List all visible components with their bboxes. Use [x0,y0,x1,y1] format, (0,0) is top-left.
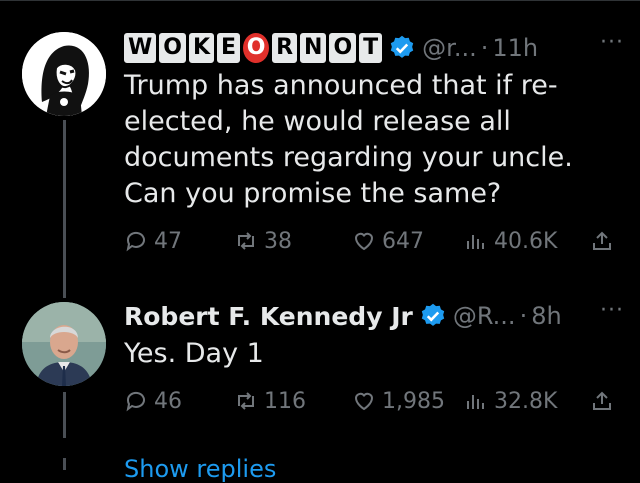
logo-letter: E [217,33,241,63]
logo-letter: N [300,33,327,63]
tweet-actions: 47 38 647 40.6K [124,226,624,258]
retweet-icon [238,232,254,250]
views-button[interactable]: 40.6K [464,229,557,254]
retweet-count: 116 [264,388,306,414]
heart-icon [354,392,374,411]
reply-icon [126,391,145,412]
logo-letter: W [124,33,157,63]
logo-letter: R [272,33,298,63]
reply-icon [126,231,145,252]
view-count: 32.8K [494,388,558,414]
logo-letter: T [359,33,383,63]
separator-dot: · [519,302,528,330]
tweet[interactable]: W O K E O R N O T @r... · 11h ··· Trump … [124,28,624,212]
reply-count: 47 [154,228,182,254]
verified-badge-icon [419,302,447,330]
views-chart-icon [467,235,484,249]
like-button[interactable]: 1,985 [352,389,445,414]
retweet-button[interactable]: 116 [234,389,306,414]
verified-badge-icon [388,34,416,62]
views-button[interactable]: 32.8K [464,389,557,414]
avatar[interactable] [22,32,106,116]
heart-icon [354,232,374,251]
timestamp[interactable]: 11h [492,34,538,62]
share-icon [593,231,611,250]
tweet-header: W O K E O R N O T @r... · 11h [124,28,624,68]
tweet-text: Yes. Day 1 [124,338,264,369]
reply-count: 46 [154,388,182,414]
tweet[interactable]: Robert F. Kennedy Jr @R... · 8h ··· Yes.… [124,296,624,372]
tweet-actions: 46 116 1,985 32.8K [124,386,624,418]
share-button[interactable] [590,389,614,413]
reply-button[interactable]: 47 [124,229,182,254]
logo-letter: K [188,33,215,63]
reply-button[interactable]: 46 [124,389,182,414]
retweet-button[interactable]: 38 [234,229,292,254]
tweet-header: Robert F. Kennedy Jr @R... · 8h [124,296,624,336]
avatar[interactable] [22,302,106,386]
logo-letter: O [243,33,270,63]
top-divider [0,0,640,1]
display-name[interactable]: Robert F. Kennedy Jr [124,302,413,331]
like-count: 1,985 [382,388,445,414]
retweet-icon [238,392,254,410]
more-options-icon[interactable]: ··· [600,30,624,55]
show-replies-link[interactable]: Show replies [124,455,276,483]
share-icon [593,391,611,410]
like-button[interactable]: 647 [352,229,424,254]
view-count: 40.6K [494,228,558,254]
share-button[interactable] [590,229,614,253]
logo-letter: O [329,33,357,63]
separator-dot: · [480,34,489,62]
account-name-logo[interactable]: W O K E O R N O T [124,33,383,63]
timestamp[interactable]: 8h [531,302,561,330]
thread-connector [63,120,66,298]
tweet-text: Trump has announced that if re-elected, … [124,70,573,209]
logo-letter: O [159,33,186,63]
like-count: 647 [382,228,424,254]
thread-connector [63,392,66,438]
views-chart-icon [467,395,484,409]
retweet-count: 38 [264,228,292,254]
thread-connector [63,458,66,470]
handle[interactable]: @R... [453,302,516,330]
more-options-icon[interactable]: ··· [600,298,624,323]
handle[interactable]: @r... [422,34,477,62]
